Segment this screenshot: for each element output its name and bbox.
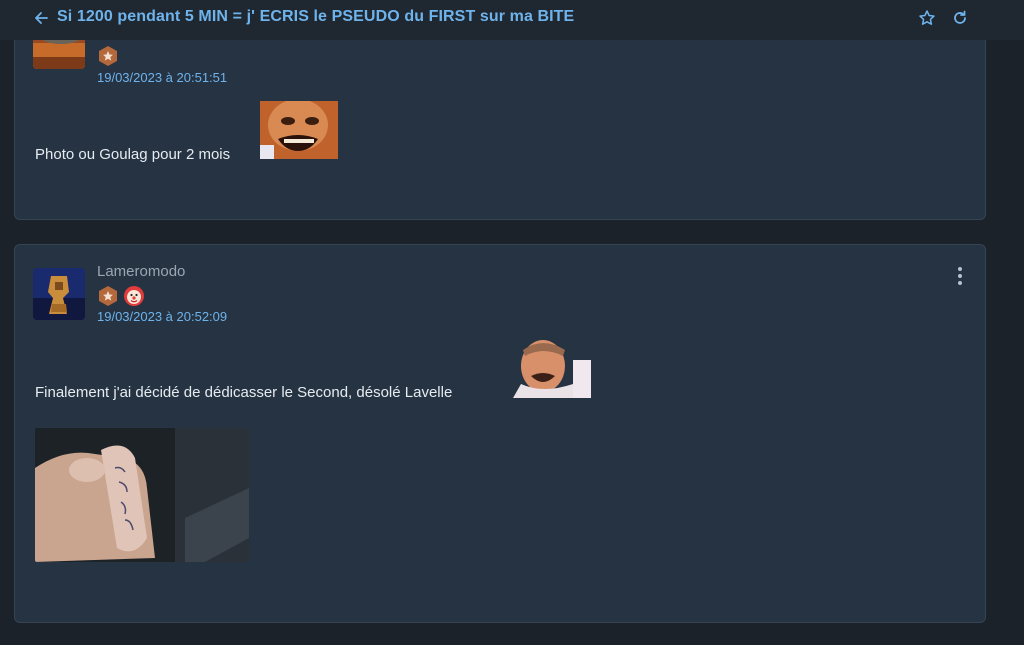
risitas-laughing-sticker xyxy=(260,101,338,159)
post-text: Finalement j'ai décidé de dédicasser le … xyxy=(35,384,453,401)
bronze-star-badge xyxy=(97,45,119,67)
forum-post: Lameromodo 19/03/2023 à 20:52:09 Finalem… xyxy=(14,244,986,623)
forum-post: 19/03/2023 à 20:51:51 Photo ou Goulag po… xyxy=(14,17,986,220)
attached-photo[interactable] xyxy=(35,428,249,562)
bronze-star-badge xyxy=(97,285,119,307)
star-outline-icon[interactable] xyxy=(918,9,936,31)
badge-list xyxy=(97,45,123,67)
post-date[interactable]: 19/03/2023 à 20:52:09 xyxy=(97,309,227,324)
refresh-icon[interactable] xyxy=(951,9,969,31)
badge-list xyxy=(97,285,149,307)
risitas-smiling-sticker xyxy=(513,340,591,398)
post-text: Photo ou Goulag pour 2 mois xyxy=(35,146,231,163)
avatar[interactable] xyxy=(33,268,85,320)
more-options-icon[interactable] xyxy=(958,267,962,285)
clown-badge xyxy=(123,285,145,307)
arrow-left-icon[interactable] xyxy=(33,9,49,27)
topic-title: Si 1200 pendant 5 MIN = j' ECRIS le PSEU… xyxy=(57,8,575,25)
topic-header: Si 1200 pendant 5 MIN = j' ECRIS le PSEU… xyxy=(0,0,1024,40)
post-date[interactable]: 19/03/2023 à 20:51:51 xyxy=(97,70,227,85)
post-author[interactable]: Lameromodo xyxy=(97,263,185,280)
